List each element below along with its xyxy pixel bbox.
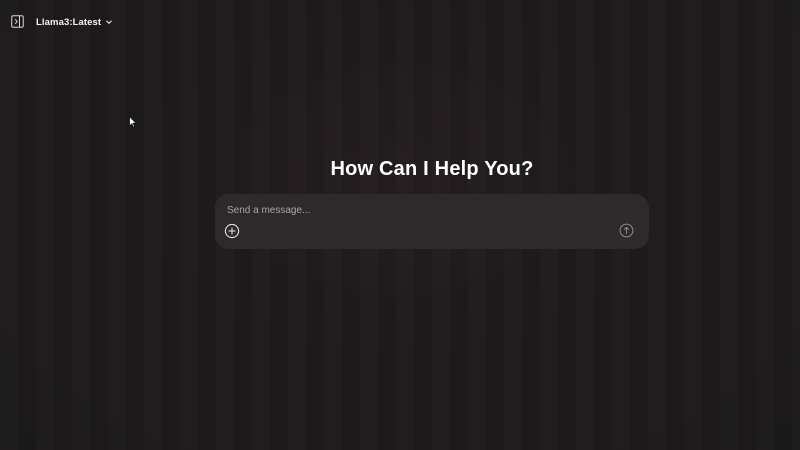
message-composer: [215, 194, 649, 249]
top-bar: Llama3:Latest: [0, 0, 800, 44]
chevron-down-icon: [105, 18, 113, 26]
message-input[interactable]: [227, 202, 617, 218]
sidebar-toggle-icon: [11, 15, 24, 28]
attach-button[interactable]: [224, 223, 240, 239]
arrow-up-circle-icon: [619, 223, 634, 238]
send-button[interactable]: [619, 223, 634, 238]
model-selector-label: Llama3:Latest: [36, 16, 102, 28]
greeting-title: How Can I Help You?: [330, 158, 534, 180]
model-selector[interactable]: Llama3:Latest: [36, 14, 113, 30]
sidebar-toggle-button[interactable]: [11, 15, 24, 28]
mouse-pointer-icon: [129, 116, 137, 128]
plus-circle-icon: [224, 223, 240, 239]
